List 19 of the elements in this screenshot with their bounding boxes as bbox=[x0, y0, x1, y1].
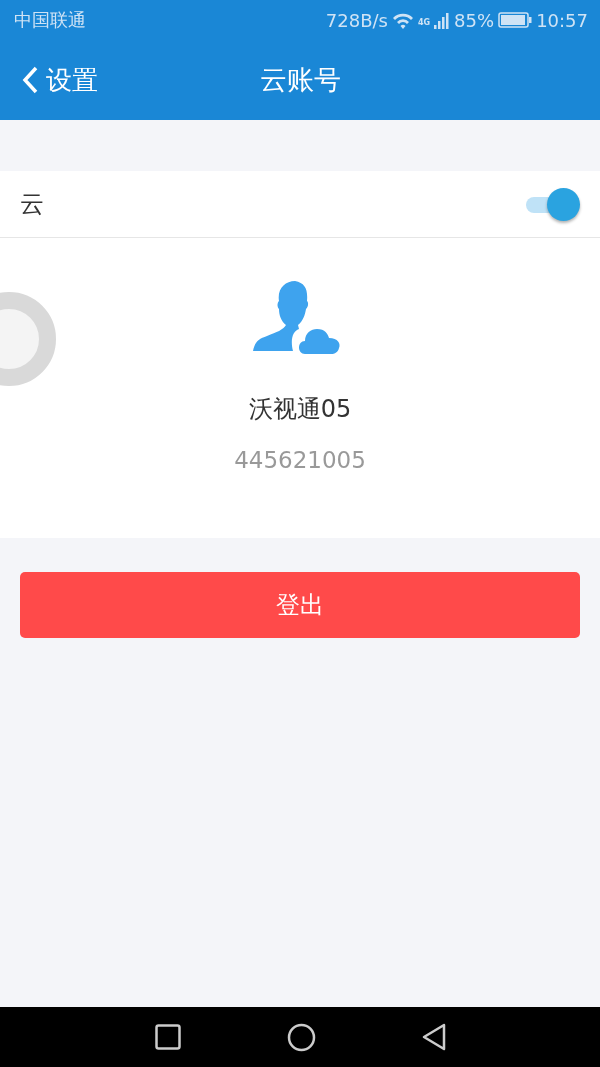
carrier-name: 中国联通 bbox=[14, 8, 86, 32]
cloud-label: 云 bbox=[20, 189, 44, 220]
network-type: 4G bbox=[417, 17, 431, 27]
home-icon[interactable] bbox=[286, 1022, 316, 1052]
account-name: 沃视通05 bbox=[248, 394, 352, 425]
chevron-left-icon bbox=[22, 66, 38, 94]
page-title: 云账号 bbox=[259, 63, 341, 97]
clock-time: 10:57 bbox=[536, 9, 588, 31]
battery-icon bbox=[498, 12, 533, 28]
network-speed: 728B/s bbox=[325, 9, 388, 31]
logout-button[interactable]: 登出 bbox=[20, 572, 580, 638]
wifi-icon bbox=[391, 11, 414, 29]
account-id: 445621005 bbox=[234, 447, 366, 473]
back-nav-icon[interactable] bbox=[421, 1023, 446, 1051]
back-button[interactable]: 设置 bbox=[0, 62, 98, 98]
recent-apps-icon[interactable] bbox=[154, 1024, 181, 1050]
cloud-toggle[interactable] bbox=[524, 186, 580, 222]
battery-percent: 85% bbox=[454, 9, 495, 31]
signal-icon bbox=[434, 11, 451, 29]
